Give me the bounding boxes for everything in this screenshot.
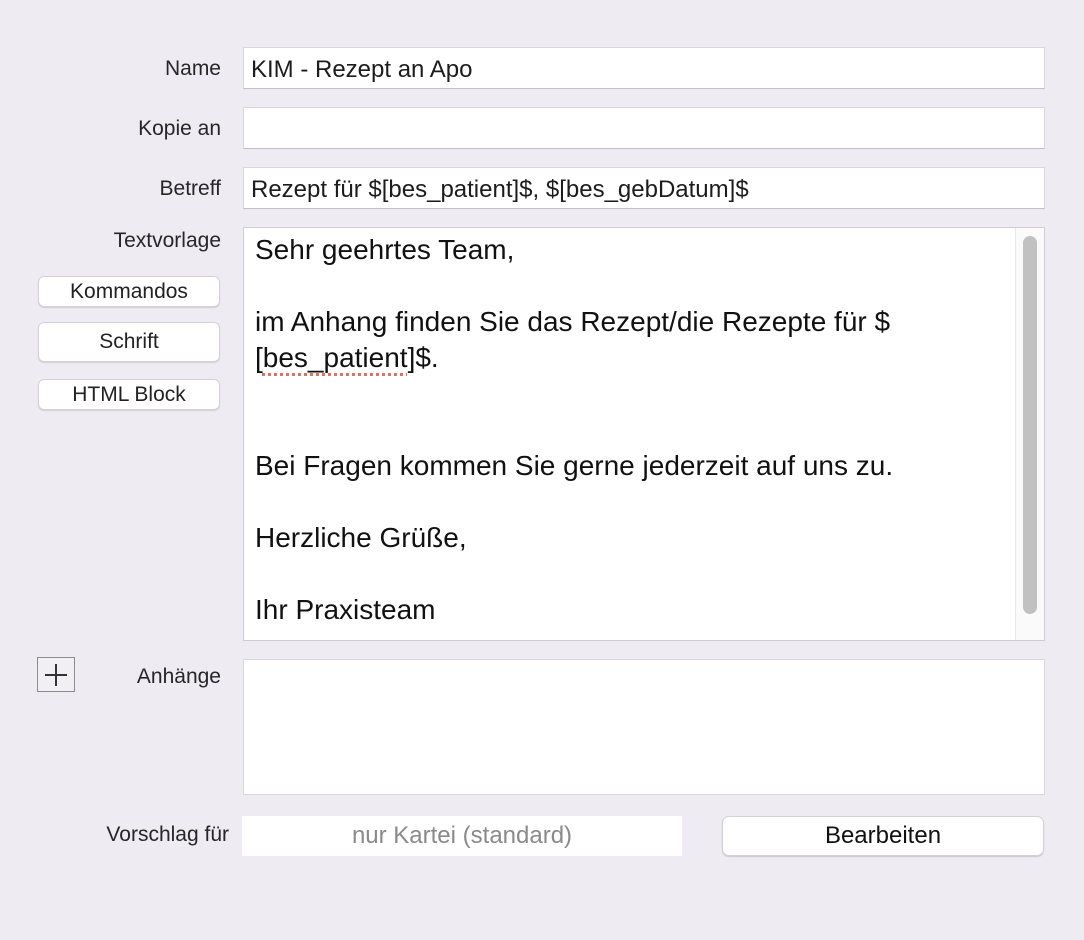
editor-line-signature: Ihr Praxisteam bbox=[255, 594, 436, 625]
template-text[interactable]: Sehr geehrtes Team, im Anhang finden Sie… bbox=[255, 232, 1010, 628]
copy-to-label: Kopie an bbox=[138, 117, 221, 140]
attachments-label: Anhänge bbox=[136, 665, 221, 688]
commands-button[interactable]: Kommandos bbox=[38, 276, 220, 307]
spellcheck-word[interactable]: bes_patient bbox=[263, 342, 408, 373]
editor-scrollbar[interactable] bbox=[1015, 228, 1044, 640]
html-block-button[interactable]: HTML Block bbox=[38, 379, 220, 410]
editor-line-questions: Bei Fragen kommen Sie gerne jederzeit au… bbox=[255, 450, 894, 481]
editor-scroll-thumb[interactable] bbox=[1023, 236, 1037, 614]
editor-line-placeholder: [bes_patient]$. bbox=[255, 342, 439, 373]
subject-label: Betreff bbox=[159, 177, 221, 200]
editor-line-greeting: Sehr geehrtes Team, bbox=[255, 234, 515, 265]
editor-line-body: im Anhang finden Sie das Rezept/die Reze… bbox=[255, 306, 891, 337]
subject-field[interactable]: Rezept für $[bes_patient]$, $[bes_gebDat… bbox=[243, 167, 1045, 209]
copy-to-field[interactable] bbox=[243, 107, 1045, 149]
edit-button[interactable]: Bearbeiten bbox=[722, 816, 1044, 856]
suggest-select[interactable]: nur Kartei (standard) bbox=[242, 816, 682, 856]
template-label: Textvorlage bbox=[113, 229, 221, 252]
name-label: Name bbox=[164, 57, 221, 80]
suggest-label: Vorschlag für bbox=[106, 823, 229, 846]
attachments-list[interactable] bbox=[243, 659, 1045, 795]
name-field[interactable]: KIM - Rezept an Apo bbox=[243, 47, 1045, 89]
font-button[interactable]: Schrift bbox=[38, 322, 220, 362]
template-editor[interactable]: Sehr geehrtes Team, im Anhang finden Sie… bbox=[243, 227, 1045, 641]
editor-line-regards: Herzliche Grüße, bbox=[255, 522, 467, 553]
